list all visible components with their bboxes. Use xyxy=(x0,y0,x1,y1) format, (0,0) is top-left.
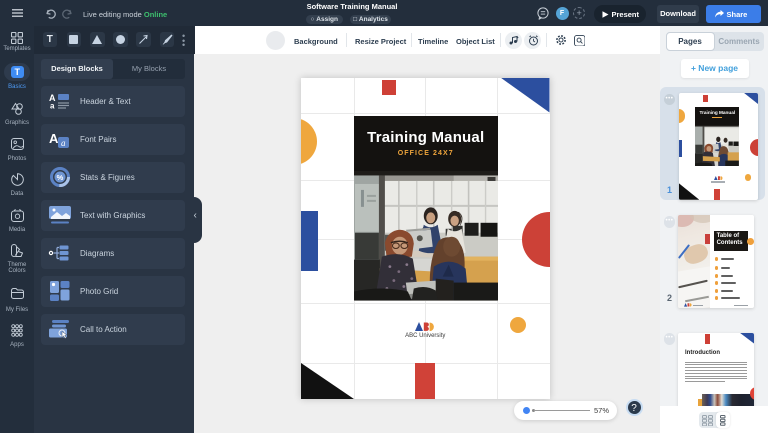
svg-text:%: % xyxy=(57,173,64,182)
svg-text:a: a xyxy=(61,138,66,148)
svg-text:A: A xyxy=(49,131,59,146)
svg-text:a: a xyxy=(50,102,55,110)
